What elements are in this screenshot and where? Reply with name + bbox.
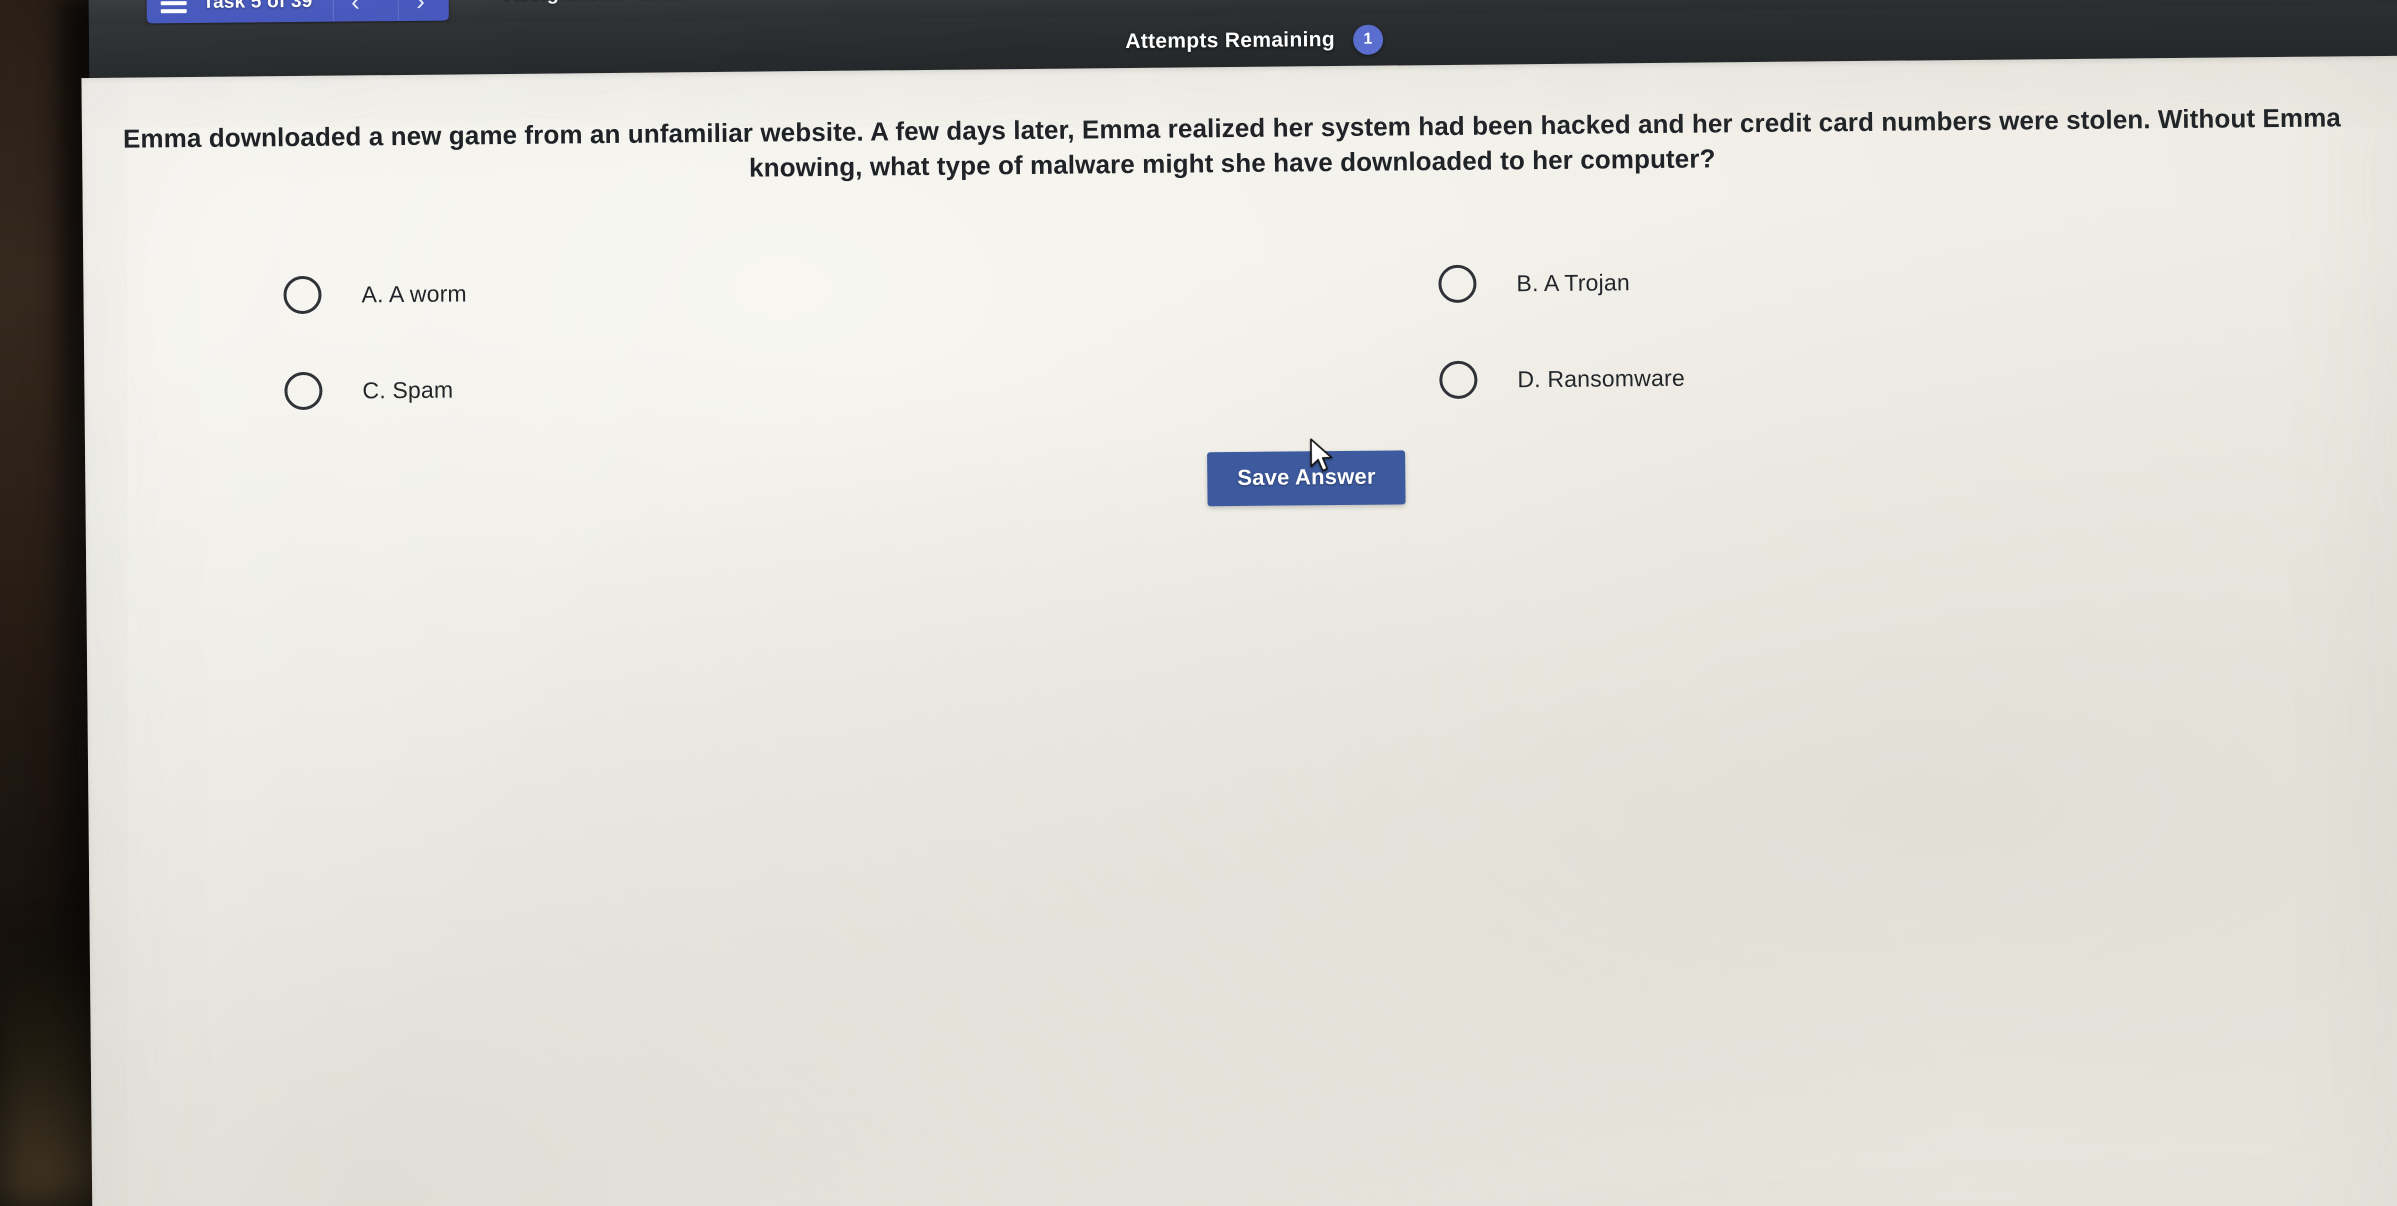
attempts-remaining-label: Attempts Remaining [1125, 28, 1336, 54]
answer-choice-d[interactable]: D. Ransomware [1289, 353, 2294, 401]
assignment-value: Exam Module 06 ... [639, 0, 818, 4]
answer-choice-b[interactable]: B. A Trojan [1288, 257, 2293, 305]
answer-choice-label: B. A Trojan [1516, 268, 1631, 296]
radio-button-b[interactable] [1438, 264, 1477, 304]
photo-background: Task 5 of 39 ‹ › Assignment: Exam Module… [0, 0, 2397, 1206]
task-counter-label: Task 5 of 39 [202, 0, 313, 13]
answer-choice-a[interactable]: A. A worm [283, 266, 1288, 315]
assignment-info: Assignment: Exam Module 06 ... [504, 0, 818, 6]
answer-choice-label: D. Ransomware [1517, 364, 1685, 392]
next-task-button[interactable]: › [398, 0, 442, 21]
attempts-remaining-badge: 1 [1352, 24, 1384, 55]
assignment-label: Assignment: [504, 0, 625, 6]
monitor-bezel: Task 5 of 39 ‹ › Assignment: Exam Module… [81, 0, 2397, 1206]
hamburger-menu-icon[interactable] [160, 0, 187, 13]
answer-choice-c[interactable]: C. Spam [284, 362, 1289, 411]
radio-button-c[interactable] [284, 371, 323, 411]
answer-choices: A. A worm B. A Trojan C. Spam D. Ransomware [83, 256, 2397, 412]
answer-choice-label: C. Spam [362, 376, 454, 403]
task-navigator[interactable]: Task 5 of 39 ‹ › [146, 0, 449, 24]
radio-button-a[interactable] [283, 275, 322, 315]
exam-content-area: Emma downloaded a new game from an unfam… [81, 55, 2397, 1206]
previous-task-button[interactable]: ‹ [333, 0, 377, 22]
answer-choice-label: A. A worm [361, 279, 467, 307]
save-answer-button[interactable]: Save Answer [1207, 450, 1406, 507]
radio-button-d[interactable] [1439, 360, 1478, 400]
question-prompt: Emma downloaded a new game from an unfam… [122, 102, 2342, 183]
